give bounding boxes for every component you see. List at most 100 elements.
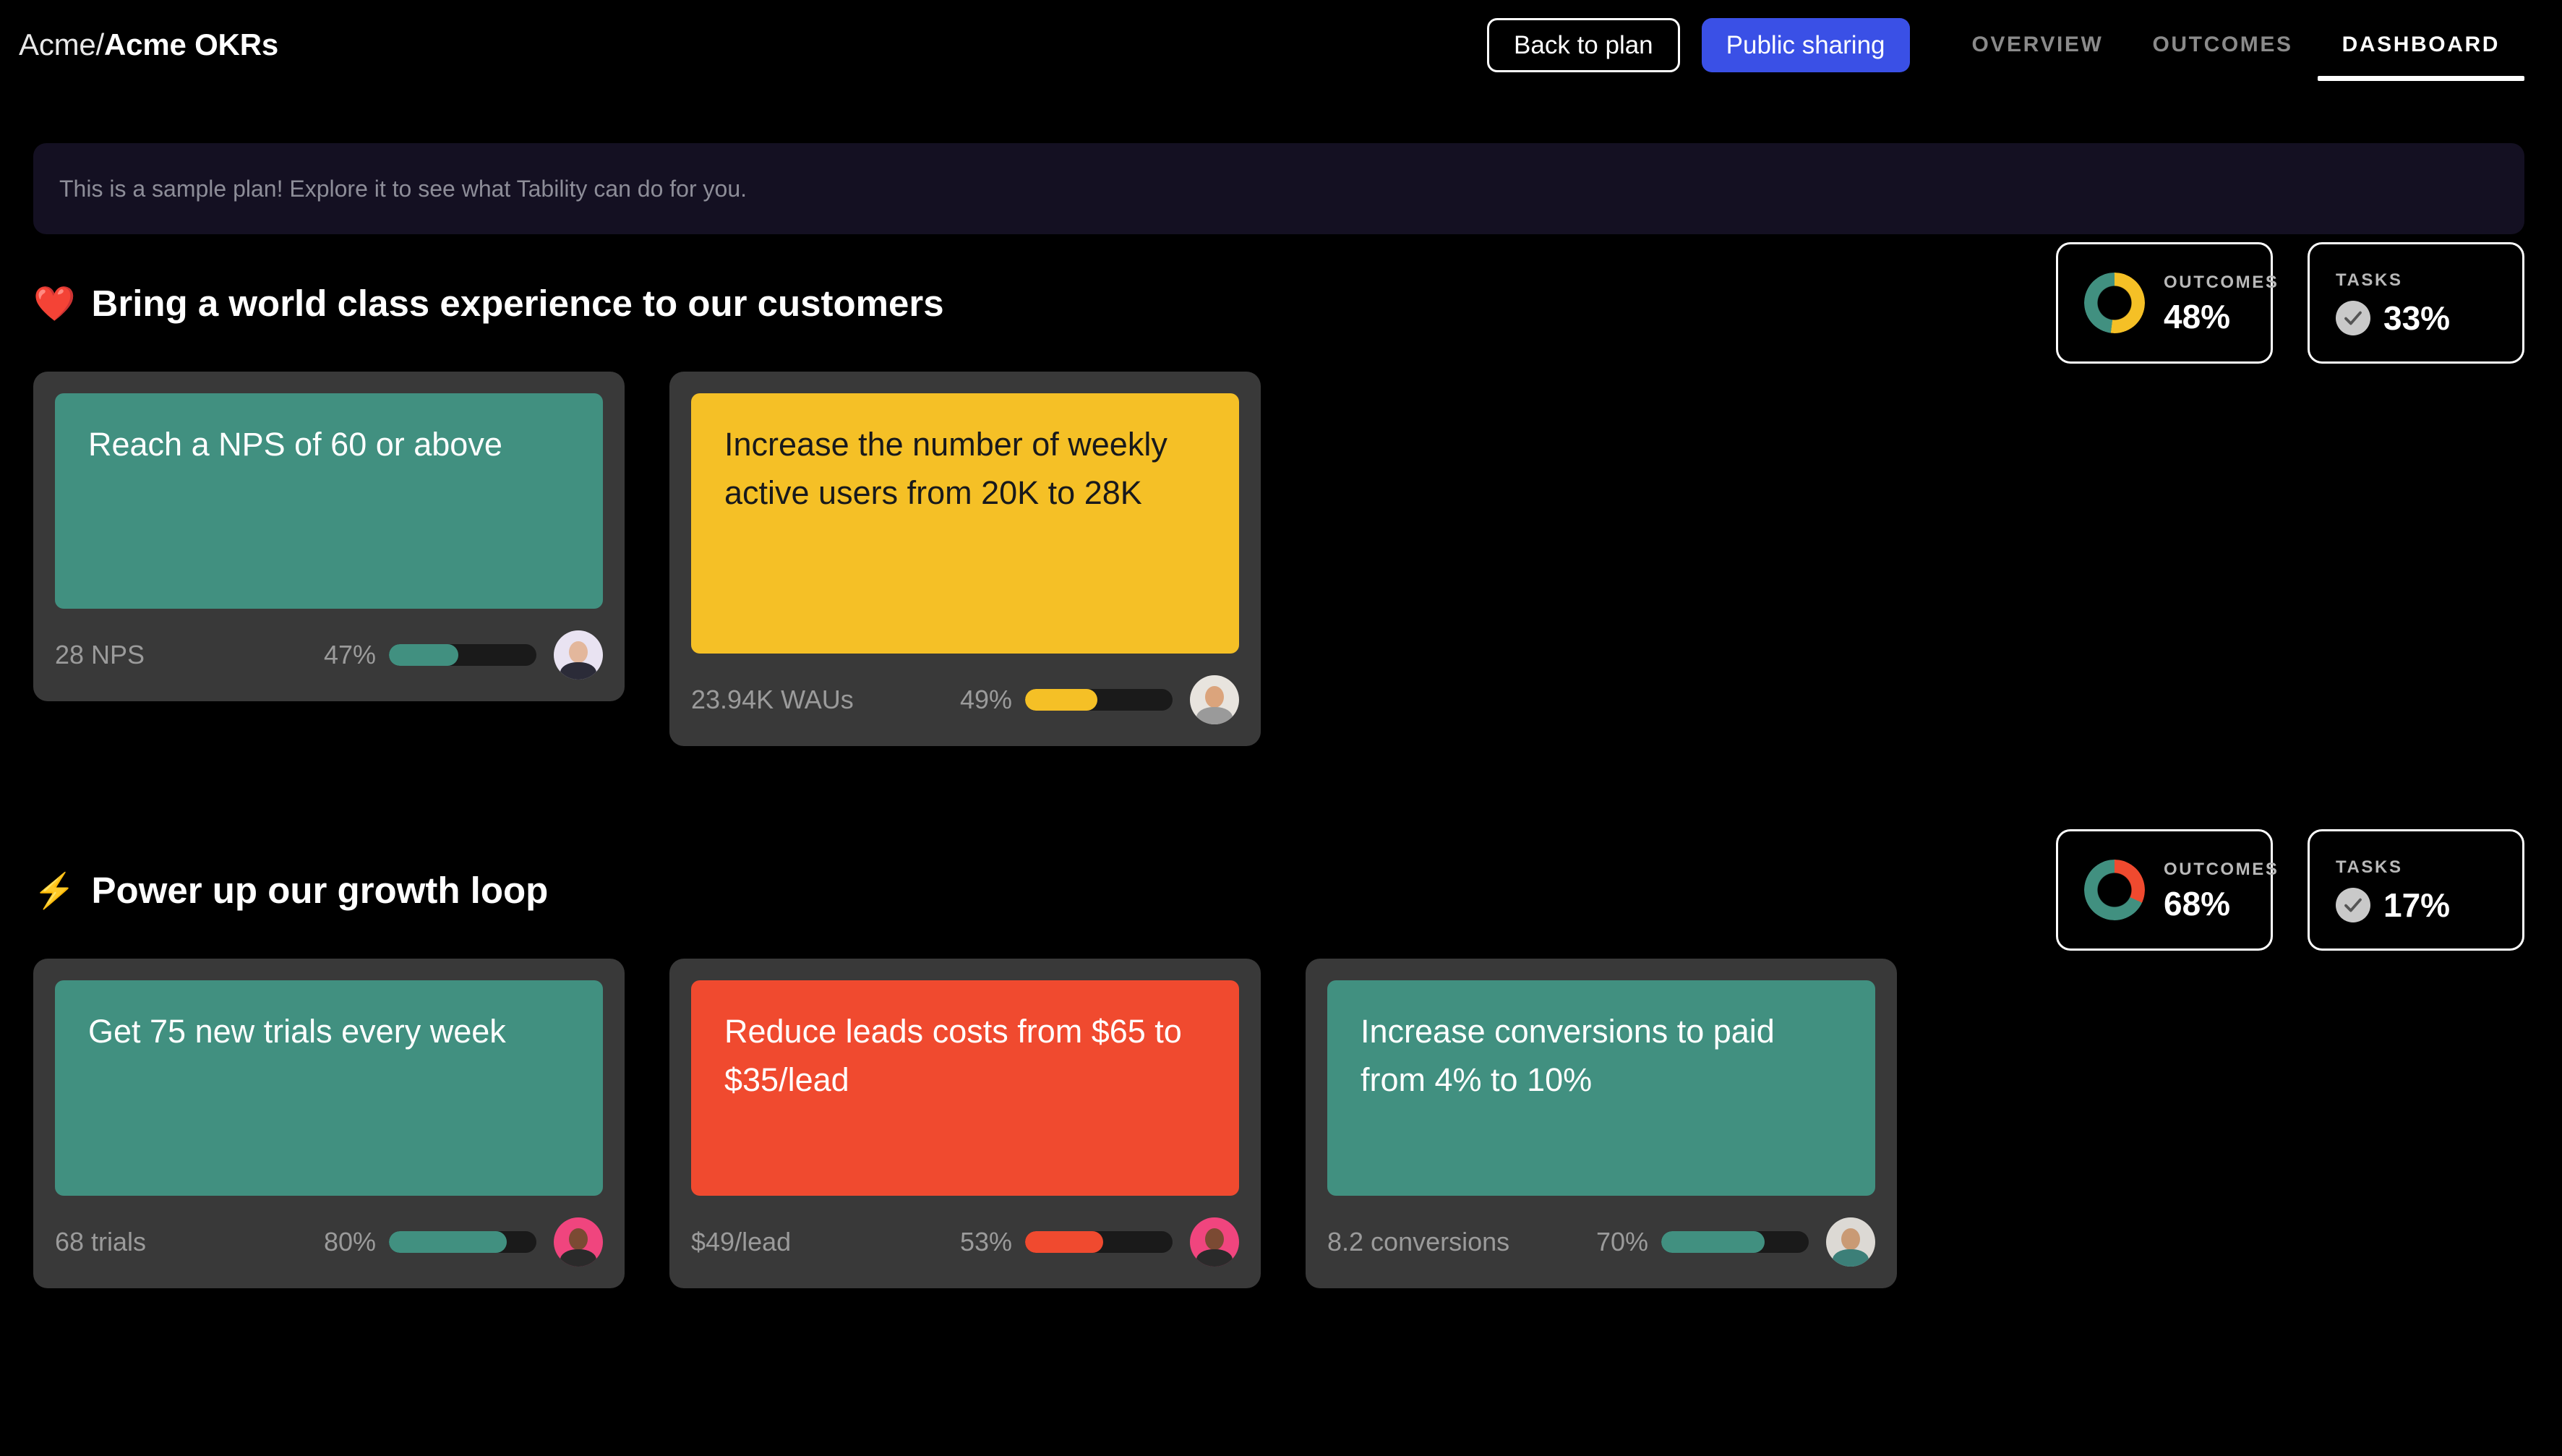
progress-bar-track xyxy=(1025,1231,1173,1253)
progress-bar-fill xyxy=(389,644,458,666)
outcomes-stat-label: OUTCOMES xyxy=(2164,273,2279,292)
avatar-face xyxy=(1841,1228,1860,1250)
nav-tabs: OVERVIEW OUTCOMES DASHBOARD xyxy=(1948,0,2525,90)
outcomes-donut-chart xyxy=(2084,273,2145,333)
outcomes-donut-chart xyxy=(2084,860,2145,920)
tasks-stat-card[interactable]: TASKS 17% xyxy=(2308,829,2524,951)
outcome-card-tile: Get 75 new trials every week xyxy=(55,980,603,1196)
tab-outcomes[interactable]: OUTCOMES xyxy=(2128,0,2317,90)
outcomes-stat-value: 48% xyxy=(2164,298,2231,335)
objective-title-row: ⚡ Power up our growth loop xyxy=(33,869,548,912)
objective-header: ⚡ Power up our growth loop OUTCOMES 68% … xyxy=(33,821,2524,959)
breadcrumb-org: Acme/ xyxy=(19,27,105,61)
outcome-card-footer: $49/lead 53% xyxy=(691,1196,1239,1288)
outcomes-stat-card[interactable]: OUTCOMES 48% xyxy=(2056,242,2277,364)
check-circle-icon xyxy=(2336,888,2370,922)
objectives-list: ❤️ Bring a world class experience to our… xyxy=(0,234,2562,1363)
outcome-card-tile: Increase the number of weekly active use… xyxy=(691,393,1239,654)
objective-stats: OUTCOMES 48% TASKS 33% xyxy=(2056,242,2524,364)
sample-plan-banner-wrap: This is a sample plan! Explore it to see… xyxy=(0,90,2562,234)
outcome-progress: 70% xyxy=(1596,1227,1809,1257)
outcomes-stat-text: OUTCOMES 48% xyxy=(2164,273,2279,333)
objective-stats: OUTCOMES 68% TASKS 17% xyxy=(2056,829,2524,951)
avatar[interactable] xyxy=(1190,675,1239,724)
progress-bar-fill xyxy=(1025,689,1097,711)
objective-section: ❤️ Bring a world class experience to our… xyxy=(0,234,2562,821)
outcome-title: Reduce leads costs from $65 to $35/lead xyxy=(724,1013,1182,1098)
breadcrumb: Acme/Acme OKRs xyxy=(19,27,278,62)
back-to-plan-button[interactable]: Back to plan xyxy=(1487,17,1680,72)
avatar[interactable] xyxy=(1190,1217,1239,1267)
outcome-card-tile: Reach a NPS of 60 or above xyxy=(55,393,603,609)
check-circle-icon xyxy=(2336,301,2370,335)
avatar[interactable] xyxy=(554,630,603,680)
tasks-stat-value: 17% xyxy=(2383,886,2451,924)
tab-overview[interactable]: OVERVIEW xyxy=(1948,0,2128,90)
outcome-card-footer: 68 trials 80% xyxy=(55,1196,603,1288)
outcome-current-value: $49/lead xyxy=(691,1227,792,1256)
tasks-stat-value: 33% xyxy=(2383,299,2451,337)
progress-bar-track xyxy=(389,644,536,666)
top-bar-actions: Back to plan Public sharing OVERVIEW OUT… xyxy=(1487,0,2525,90)
objective-title: Power up our growth loop xyxy=(91,869,549,911)
avatar[interactable] xyxy=(554,1217,603,1267)
progress-bar-track xyxy=(1661,1231,1809,1253)
public-sharing-button[interactable]: Public sharing xyxy=(1701,17,1910,72)
top-bar: Acme/Acme OKRs Back to plan Public shari… xyxy=(0,0,2562,90)
sample-plan-banner: This is a sample plan! Explore it to see… xyxy=(33,143,2524,234)
tasks-stat-row: 17% xyxy=(2336,888,2450,922)
progress-bar-fill xyxy=(1025,1231,1104,1253)
outcome-title: Reach a NPS of 60 or above xyxy=(88,426,502,463)
objective-header: ❤️ Bring a world class experience to our… xyxy=(33,234,2524,372)
tasks-stat-label: TASKS xyxy=(2336,270,2403,290)
avatar[interactable] xyxy=(1826,1217,1875,1267)
outcome-progress-percent: 49% xyxy=(959,685,1012,714)
progress-bar-fill xyxy=(1661,1231,1765,1253)
outcome-card-footer: 23.94K WAUs 49% xyxy=(691,654,1239,746)
breadcrumb-plan: Acme OKRs xyxy=(104,27,278,61)
outcome-current-value: 68 trials xyxy=(55,1227,147,1256)
tasks-stat-card[interactable]: TASKS 33% xyxy=(2308,242,2524,364)
outcome-title: Increase conversions to paid from 4% to … xyxy=(1361,1013,1775,1098)
avatar-face xyxy=(1205,1228,1224,1250)
objective-title: Bring a world class experience to our cu… xyxy=(91,282,944,324)
avatar-body xyxy=(1832,1249,1869,1267)
outcome-card[interactable]: Get 75 new trials every week 68 trials 8… xyxy=(33,959,625,1288)
outcome-card-tile: Increase conversions to paid from 4% to … xyxy=(1327,980,1875,1196)
outcome-card[interactable]: Reduce leads costs from $65 to $35/lead … xyxy=(669,959,1261,1288)
outcome-progress-percent: 47% xyxy=(323,640,376,669)
avatar-body xyxy=(560,661,597,680)
outcome-card-footer: 28 NPS 47% xyxy=(55,609,603,701)
outcome-card[interactable]: Increase conversions to paid from 4% to … xyxy=(1306,959,1897,1288)
outcome-current-value: 23.94K WAUs xyxy=(691,685,854,714)
objective-emoji-icon: ❤️ xyxy=(33,283,76,322)
avatar-face xyxy=(569,1228,588,1250)
outcome-progress-percent: 53% xyxy=(959,1227,1012,1256)
avatar-body xyxy=(1196,706,1233,724)
outcome-title: Get 75 new trials every week xyxy=(88,1013,506,1050)
outcomes-stat-card[interactable]: OUTCOMES 68% xyxy=(2056,829,2277,951)
avatar-face xyxy=(1205,685,1224,708)
outcome-title: Increase the number of weekly active use… xyxy=(724,426,1168,511)
outcomes-stat-label: OUTCOMES xyxy=(2164,860,2279,879)
outcome-card-footer: 8.2 conversions 70% xyxy=(1327,1196,1875,1288)
outcome-card[interactable]: Reach a NPS of 60 or above 28 NPS 47% xyxy=(33,372,625,701)
outcome-progress: 49% xyxy=(960,685,1173,715)
objective-emoji-icon: ⚡ xyxy=(33,870,76,909)
outcomes-stat-value: 68% xyxy=(2164,885,2231,922)
tab-dashboard[interactable]: DASHBOARD xyxy=(2317,0,2525,90)
tasks-stat-label: TASKS xyxy=(2336,857,2403,877)
progress-bar-fill xyxy=(389,1231,507,1253)
outcomes-stat-text: OUTCOMES 68% xyxy=(2164,860,2279,920)
outcome-card-tile: Reduce leads costs from $65 to $35/lead xyxy=(691,980,1239,1196)
avatar-body xyxy=(560,1249,597,1267)
avatar-body xyxy=(1196,1249,1233,1267)
outcome-progress: 53% xyxy=(960,1227,1173,1257)
progress-bar-track xyxy=(1025,689,1173,711)
outcome-progress: 47% xyxy=(324,640,536,670)
sample-plan-banner-text: This is a sample plan! Explore it to see… xyxy=(59,175,747,202)
tasks-stat-row: 33% xyxy=(2336,301,2450,335)
objective-title-row: ❤️ Bring a world class experience to our… xyxy=(33,282,944,325)
outcome-card[interactable]: Increase the number of weekly active use… xyxy=(669,372,1261,746)
